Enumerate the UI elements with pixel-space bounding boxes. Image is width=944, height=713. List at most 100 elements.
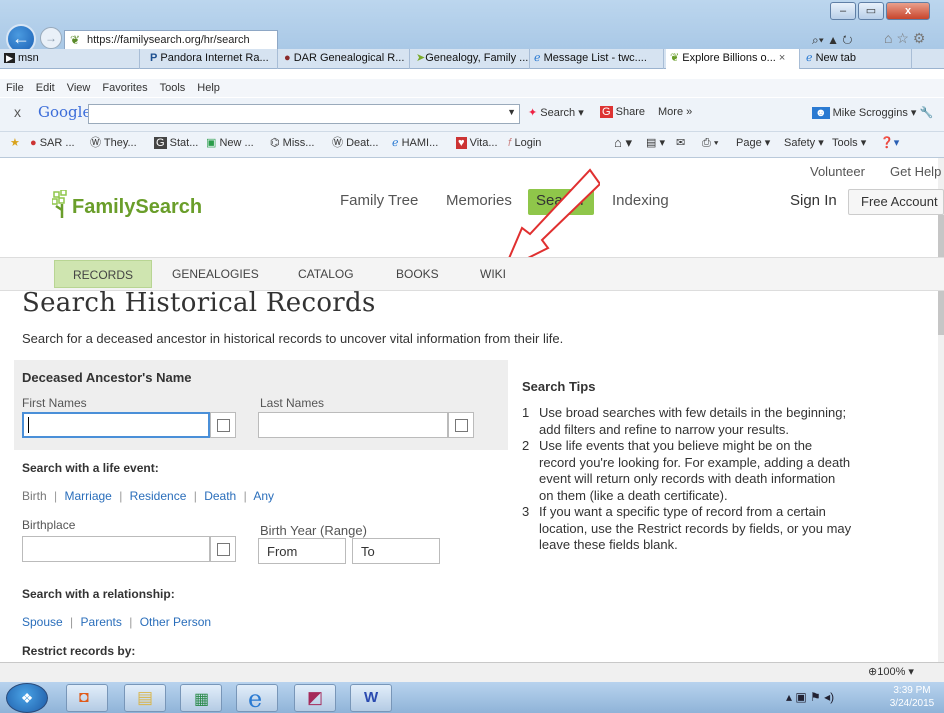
subnav-wiki[interactable]: WIKI (462, 257, 524, 291)
fav-vita[interactable]: ♥ Vita... (456, 132, 498, 154)
get-help-link[interactable]: Get Help (890, 164, 941, 179)
forward-arrow-icon[interactable]: → (40, 27, 62, 49)
dropdown-arrow-icon[interactable]: ▼ (507, 107, 516, 117)
google-more-button[interactable]: More » (658, 106, 692, 118)
taskbar-ie-button[interactable]: e (236, 684, 278, 713)
exact-checkbox[interactable] (217, 543, 230, 556)
tip-item: 3 If you want a specific type of record f… (522, 504, 852, 552)
menu-view[interactable]: View (67, 82, 91, 94)
menu-file[interactable]: File (6, 82, 24, 94)
fav-stat[interactable]: G Stat... (154, 132, 198, 154)
favorites-star-icon[interactable]: ☆ (896, 30, 909, 46)
life-event-death[interactable]: Death (204, 489, 236, 503)
subnav-genealogies[interactable]: GENEALOGIES (154, 257, 277, 291)
fav-login[interactable]: 𝑓 Login (508, 132, 541, 154)
print-icon[interactable]: ⎙ ▾ (702, 132, 718, 154)
taskbar-app-button[interactable]: ▦ (180, 684, 222, 712)
refresh-icon[interactable]: ↻ (842, 33, 852, 47)
fav-sar[interactable]: ● SAR ... (30, 132, 75, 154)
pandora-icon: P (150, 52, 158, 64)
life-event-marriage[interactable]: Marriage (65, 489, 112, 503)
free-account-button[interactable]: Free Account (848, 189, 944, 215)
fav-hami[interactable]: ℯ HAMI... (392, 132, 438, 154)
life-event-links: Birth | Marriage | Residence | Death | A… (22, 489, 275, 503)
birth-year-to-input[interactable]: To (352, 538, 440, 564)
wrench-icon[interactable]: 🔧 (919, 107, 933, 119)
tab-new-tab[interactable]: ℯ New tab (802, 49, 912, 69)
tab-genealogy[interactable]: ➤Genealogy, Family ... (412, 49, 530, 69)
menu-edit[interactable]: Edit (36, 82, 55, 94)
minimize-button[interactable]: – (830, 2, 856, 20)
google-search-button[interactable]: ✦ Search ▾ (528, 106, 584, 119)
tab-message-list[interactable]: ℯ Message List - twc.... (530, 49, 664, 69)
birthplace-input[interactable] (22, 536, 210, 562)
relationship-spouse[interactable]: Spouse (22, 615, 63, 629)
menu-help[interactable]: Help (197, 82, 220, 94)
nav-indexing[interactable]: Indexing (612, 192, 669, 209)
exact-checkbox[interactable] (455, 419, 468, 432)
first-names-exact-box[interactable] (210, 412, 236, 438)
last-names-input[interactable] (258, 412, 448, 438)
mail-icon[interactable]: ✉ (676, 132, 685, 154)
close-toolbar-icon[interactable]: x (14, 104, 21, 120)
msn-logo-icon: ▶ (4, 53, 15, 63)
settings-gear-icon[interactable]: ⚙ (913, 30, 926, 46)
last-names-exact-box[interactable] (448, 412, 474, 438)
ie-page-icon: ℯ (392, 137, 399, 149)
start-button[interactable]: ❖ (6, 683, 48, 713)
sign-in-link[interactable]: Sign In (790, 192, 837, 209)
tab-explore-billions[interactable]: ❦ Explore Billions o... × (666, 49, 800, 69)
birthplace-exact-box[interactable] (210, 536, 236, 562)
birth-year-from-input[interactable]: From (258, 538, 346, 564)
taskbar-word-button[interactable]: W (350, 684, 392, 712)
tab-msn[interactable]: ▶ msn (0, 49, 140, 69)
google-share-button[interactable]: G Share (600, 106, 645, 118)
favorites-star-icon[interactable]: ★ (10, 132, 20, 154)
fav-they[interactable]: Ⓦ They... (90, 132, 137, 154)
close-window-button[interactable]: x (886, 2, 930, 20)
relationship-other-person[interactable]: Other Person (140, 615, 211, 629)
zoom-control[interactable]: ⊕100% ▾ (868, 663, 914, 682)
fav-deat[interactable]: Ⓦ Deat... (332, 132, 378, 154)
help-icon[interactable]: ❓▾ (880, 132, 899, 154)
menu-tools[interactable]: Tools (160, 82, 186, 94)
address-actions[interactable]: ⌕▾ ▲ ↻ (812, 30, 872, 50)
fav-miss[interactable]: ⌬ Miss... (270, 132, 314, 154)
first-names-input[interactable] (22, 412, 210, 438)
feeds-icon[interactable]: ▤ ▾ (646, 132, 665, 154)
home-icon[interactable]: ⌂ (884, 30, 892, 46)
fav-new[interactable]: ▣ New ... (206, 132, 254, 154)
subnav-catalog[interactable]: CATALOG (280, 257, 372, 291)
ie-icon: ℯ (534, 52, 541, 64)
subnav-records[interactable]: RECORDS (54, 260, 153, 288)
menu-favorites[interactable]: Favorites (102, 82, 147, 94)
exact-checkbox[interactable] (217, 419, 230, 432)
browser-tool-icons[interactable]: ⌂ ☆ ⚙ (884, 28, 944, 48)
subnav-books[interactable]: BOOKS (378, 257, 457, 291)
relationship-parents[interactable]: Parents (81, 615, 122, 629)
search-icon[interactable]: ⌕▾ (812, 33, 824, 47)
google-user-button[interactable]: ☻ Mike Scroggins ▾ 🔧 (812, 106, 933, 119)
taskbar-access-button[interactable]: ◩ (294, 684, 336, 712)
command-page[interactable]: Page ▾ (736, 132, 770, 154)
command-tools[interactable]: Tools ▾ (832, 132, 866, 154)
taskbar-explorer-button[interactable]: ▤ (124, 684, 166, 712)
taskbar-office-button[interactable]: ◘ (66, 684, 108, 712)
tab-dar[interactable]: ● DAR Genealogical R... (280, 49, 410, 69)
life-event-residence[interactable]: Residence (130, 489, 187, 503)
nav-family-tree[interactable]: Family Tree (340, 192, 418, 209)
maximize-button[interactable]: ▭ (858, 2, 884, 20)
birthplace-label: Birthplace (22, 518, 76, 532)
volunteer-link[interactable]: Volunteer (810, 164, 865, 179)
life-event-any[interactable]: Any (253, 489, 274, 503)
taskbar-clock[interactable]: 3:39 PM 3/24/2015 (884, 684, 940, 710)
home-icon[interactable]: ⌂ ▾ (614, 132, 632, 154)
google-search-input[interactable]: ▼ (88, 104, 520, 124)
close-tab-icon[interactable]: × (779, 52, 785, 64)
system-tray-icons[interactable]: ▴ ▣ ⚑ ◂) (786, 690, 834, 704)
address-bar[interactable]: ❦ https://familysearch.org/hr/search (64, 30, 278, 50)
command-safety[interactable]: Safety ▾ (784, 132, 824, 154)
tab-pandora[interactable]: P Pandora Internet Ra... (146, 49, 278, 69)
familysearch-logo[interactable]: FamilySearch (72, 196, 202, 219)
life-event-birth[interactable]: Birth (22, 489, 47, 503)
